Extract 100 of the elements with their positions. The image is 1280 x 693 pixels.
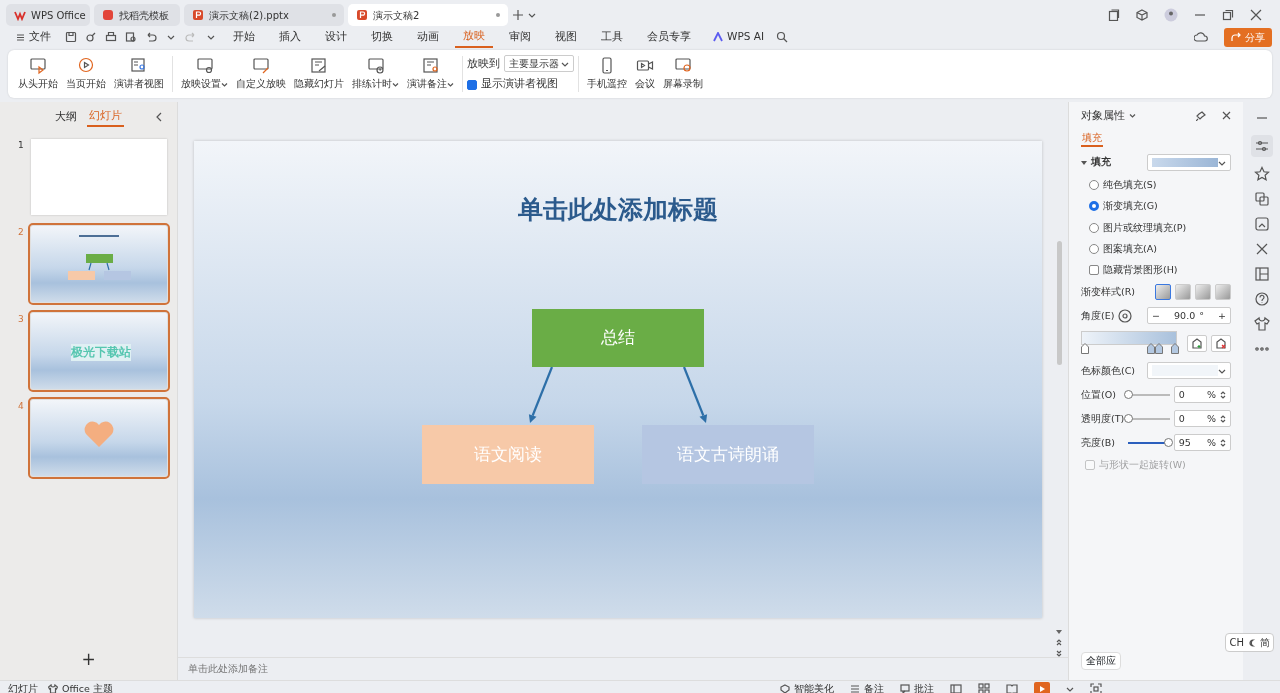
radio-button[interactable] [1089,201,1099,212]
property-tab[interactable]: 填充 [1081,130,1103,147]
pin-icon[interactable] [1196,110,1206,121]
avatar-icon[interactable] [1164,8,1178,22]
slide-thumbnail[interactable] [31,400,167,476]
gradient-stop-handle[interactable] [1147,343,1156,355]
gradient-bar[interactable] [1081,331,1177,356]
copy-icon[interactable] [1253,191,1270,207]
number-field[interactable]: 95 % [1173,434,1231,452]
ai-button[interactable]: WPS AI [705,27,772,47]
ribbon-button[interactable]: 排练计时 [348,54,403,94]
menu-tab[interactable]: 工具 [593,27,631,47]
gradient-stop-handle[interactable] [1171,343,1180,355]
star-icon[interactable] [1253,166,1270,182]
checkbox[interactable] [467,79,477,90]
scroll-down-icon[interactable] [1056,629,1062,635]
new-tab-icon[interactable] [512,9,524,21]
document-tab[interactable]: 演示文稿2 [348,4,508,26]
menu-tab[interactable]: 开始 [225,27,263,47]
gradient-style-button[interactable] [1155,284,1171,301]
menu-tab[interactable]: 审阅 [501,27,539,47]
angle-field[interactable]: − 90.0 ° + [1147,307,1231,325]
gradient-stop-handle[interactable] [1154,343,1163,355]
menu-icon [16,32,25,42]
number-field[interactable]: 0 % [1173,386,1231,404]
menu-tab[interactable]: 会员专享 [639,27,699,47]
add-slide-button[interactable]: + [0,646,177,672]
print-icon[interactable] [105,31,117,43]
close-icon[interactable] [1250,9,1262,21]
sliders-icon[interactable] [1250,135,1273,157]
reading-view-icon[interactable] [1006,683,1018,693]
number-field[interactable]: 0 % [1173,410,1231,428]
checkbox[interactable] [1089,265,1099,276]
ribbon-button[interactable]: 会议 [631,54,659,94]
save-icon[interactable] [65,31,77,43]
cube-icon[interactable] [1136,9,1148,21]
document-tab[interactable]: 找稻壳模板 [94,4,180,26]
color-dropdown[interactable] [1147,362,1231,380]
ribbon-button[interactable]: 从头开始 [14,54,62,94]
comments-button[interactable]: 批注 [900,681,934,693]
ribbon-button[interactable]: 放映设置 [177,54,232,94]
search-icon[interactable] [776,31,788,43]
ime-indicator[interactable]: CH 简 [1225,633,1274,652]
menu-tab[interactable]: 切换 [363,27,401,47]
menu-tab[interactable]: 插入 [271,27,309,47]
next-slide-icon[interactable] [1056,650,1062,657]
slider-thumb[interactable] [1163,437,1173,447]
shirt-icon[interactable] [1253,316,1270,332]
cloud-icon[interactable] [1194,31,1208,43]
theme-button[interactable]: Office 主题 [48,681,113,693]
gradient-stop-handle[interactable] [1081,343,1089,355]
play-button-icon[interactable] [1034,682,1050,693]
ribbon-button[interactable]: 自定义放映 [232,54,290,94]
menu-tab[interactable]: 动画 [409,27,447,47]
slider-thumb[interactable] [1124,389,1134,399]
ribbon-button[interactable]: 手机遥控 [583,54,631,94]
caret-icon[interactable] [1066,685,1074,693]
fullscreen-icon[interactable] [1090,683,1102,693]
menu-tab[interactable]: 视图 [547,27,585,47]
ribbon-button[interactable]: 演讲备注 [403,54,458,94]
expand-icon[interactable] [1081,159,1087,166]
menu-tab[interactable]: 设计 [317,27,355,47]
apply-all-button[interactable]: 全部应 [1081,651,1121,670]
notes-button[interactable]: 备注 [850,681,884,693]
grid-view-icon[interactable] [978,683,990,693]
notes-field[interactable]: 单击此处添加备注 [186,660,486,678]
remove-stop-button[interactable] [1211,334,1231,352]
angle-dial-icon[interactable] [1118,308,1133,323]
print-preview-icon[interactable] [125,31,137,43]
play-circle-icon [77,56,95,75]
radio-button[interactable] [1089,222,1099,233]
panel-tab[interactable]: 大纲 [53,108,79,126]
window-icon[interactable] [1108,9,1120,21]
ribbon-button[interactable]: 演讲者视图 [110,54,168,94]
ribbon-button[interactable]: 隐藏幻灯片 [290,54,348,94]
ribbon-button[interactable]: 屏幕录制 [659,54,707,94]
slider-thumb[interactable] [1124,413,1134,423]
caret-icon[interactable] [528,11,536,19]
slide-thumbnail[interactable] [31,226,167,302]
add-stop-button[interactable] [1187,334,1207,352]
slide-thumbnail[interactable] [31,139,167,215]
radio-button[interactable] [1089,180,1099,191]
undo-icon[interactable] [145,31,157,43]
normal-view-icon[interactable] [950,683,962,693]
display-dropdown[interactable]: 主要显示器 [504,55,574,73]
scrollbar-thumb[interactable] [1056,241,1062,365]
radio-button[interactable] [1089,243,1099,254]
document-tab[interactable]: 演示文稿(2).pptx [184,4,344,26]
close-icon[interactable] [1222,110,1231,120]
list-icon [850,684,860,693]
document-tab[interactable]: WPS Office [6,4,90,26]
collapse-icon[interactable] [155,112,163,122]
restore-icon[interactable] [1222,9,1234,21]
previous-slide-icon[interactable] [1056,639,1062,646]
ribbon-button[interactable]: 当页开始 [62,54,110,94]
file-menu[interactable]: 文件 [8,27,59,47]
beautify-button[interactable]: 智能美化 [780,681,834,693]
caret-icon[interactable] [1129,112,1136,120]
help-icon[interactable] [1253,291,1270,307]
layout-icon[interactable] [1253,266,1270,282]
